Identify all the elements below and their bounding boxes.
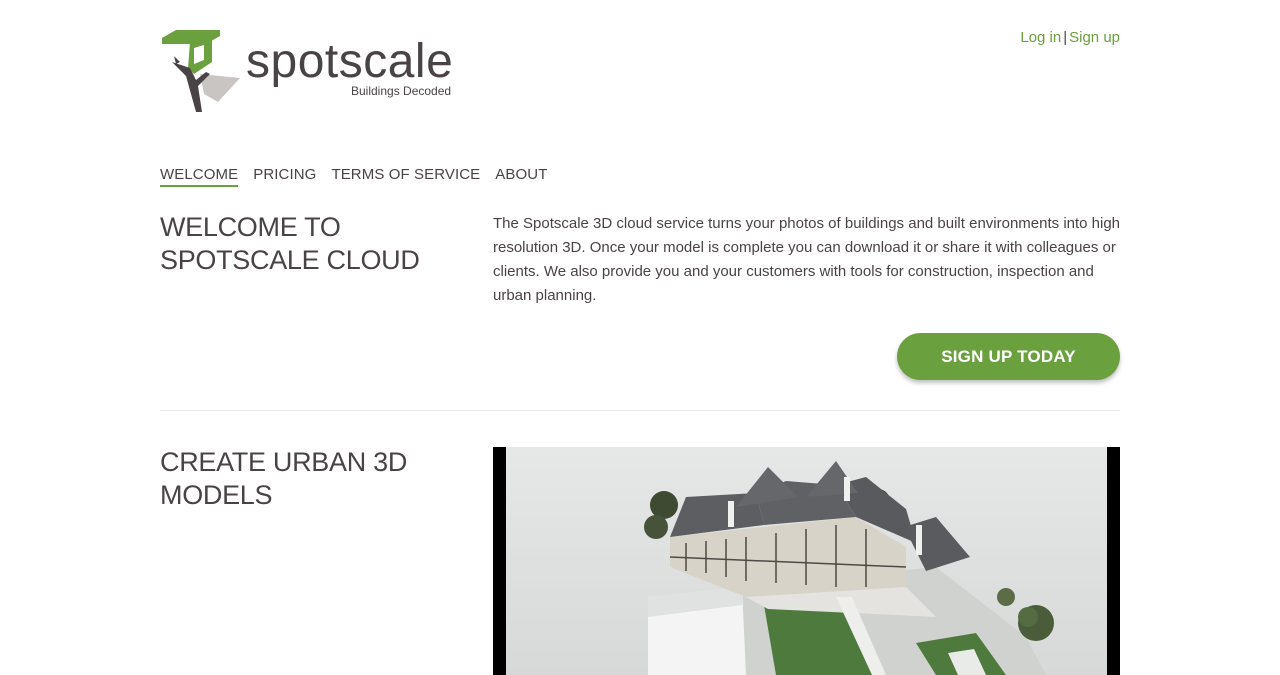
3d-building-model-icon xyxy=(506,447,1107,675)
urban-3d-model-video[interactable] xyxy=(493,447,1120,675)
nav-item-terms-of-service[interactable]: TERMS OF SERVICE xyxy=(331,166,480,187)
create-heading-line-1: CREATE URBAN 3D xyxy=(160,447,408,477)
create-heading: CREATE URBAN 3D MODELS xyxy=(160,446,460,512)
sign-up-today-button[interactable]: SIGN UP TODAY xyxy=(897,333,1120,380)
logo-tagline: Buildings Decoded xyxy=(351,84,452,98)
signup-link[interactable]: Sign up xyxy=(1069,29,1120,46)
nav-item-about[interactable]: ABOUT xyxy=(495,166,547,187)
auth-links: Log in | Sign up xyxy=(1020,29,1120,47)
logo-wordmark: spotscale xyxy=(246,35,454,88)
nav-item-pricing[interactable]: PRICING xyxy=(253,166,316,187)
main-nav: WELCOME PRICING TERMS OF SERVICE ABOUT xyxy=(160,166,562,187)
login-link[interactable]: Log in xyxy=(1020,29,1061,46)
auth-separator: | xyxy=(1063,29,1068,46)
welcome-heading-line-2: SPOTSCALE CLOUD xyxy=(160,245,420,275)
create-heading-line-2: MODELS xyxy=(160,480,273,510)
page: spotscale Buildings Decoded Log in | Sign … xyxy=(0,0,1280,675)
nav-item-welcome[interactable]: WELCOME xyxy=(160,166,239,187)
spotscale-logo-mark-icon xyxy=(162,30,240,112)
welcome-heading: WELCOME TO SPOTSCALE CLOUD xyxy=(160,211,460,277)
spotscale-logo[interactable]: spotscale Buildings Decoded xyxy=(160,28,470,118)
welcome-description: The Spotscale 3D cloud service turns you… xyxy=(493,215,1121,304)
section-divider xyxy=(160,410,1120,411)
welcome-heading-line-1: WELCOME TO xyxy=(160,212,341,242)
